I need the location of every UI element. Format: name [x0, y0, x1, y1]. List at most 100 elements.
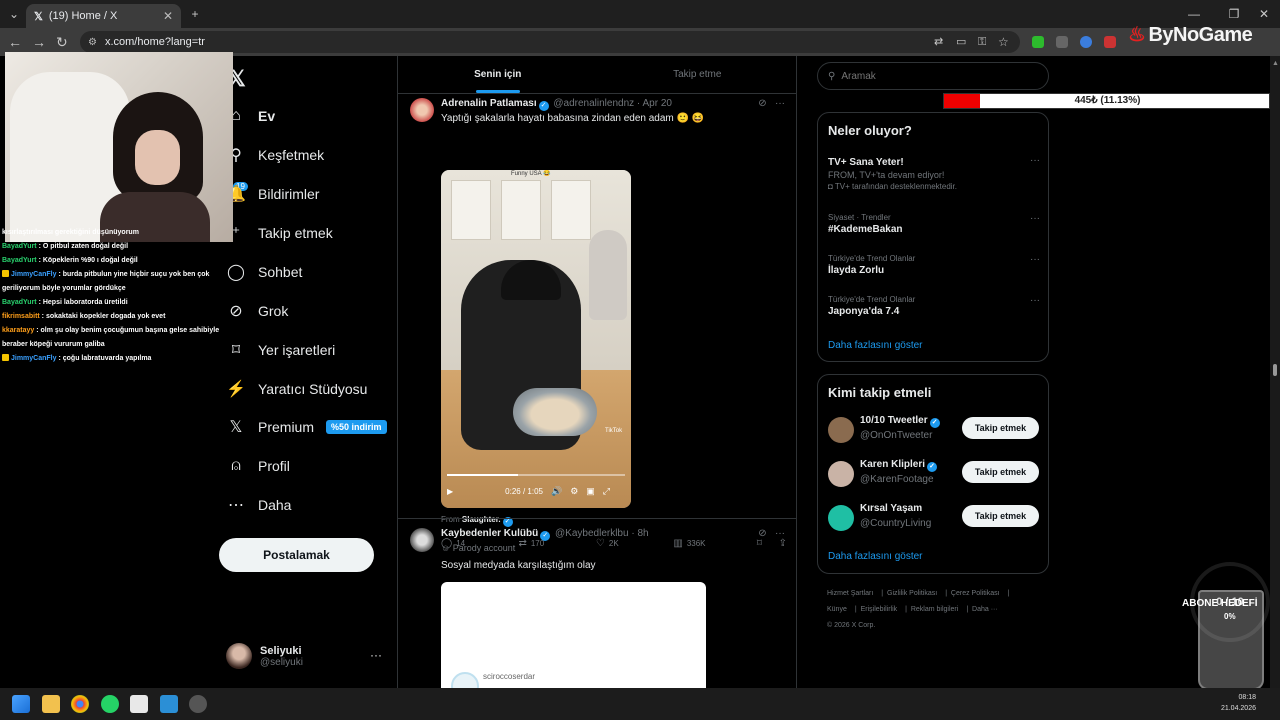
search-input[interactable] [841, 70, 1032, 82]
nav-more[interactable]: ⋯ Daha [226, 487, 291, 523]
footer-link[interactable]: Daha ··· [972, 606, 998, 613]
promoted-text: TV+ tarafından desteklenmektedir. [834, 182, 957, 191]
nav-creator-studio[interactable]: ⚡ Yaratıcı Stüdyosu [226, 371, 367, 407]
scroll-up-icon[interactable]: ▲ [1272, 60, 1279, 67]
nav-explore[interactable]: ⚲ Keşfetmek [226, 137, 324, 173]
follow-button[interactable]: Takip etmek [962, 461, 1039, 483]
nav-home[interactable]: ⌂ Ev [226, 98, 275, 134]
footer-link[interactable]: Hizmet Şartları [827, 590, 873, 597]
follow-button[interactable]: Takip etmek [962, 505, 1039, 527]
trend-item[interactable]: Türkiye'de Trend Olanlar İlayda Zorlu ··… [828, 254, 1040, 276]
bookmark-star-icon[interactable]: ☆ [998, 28, 1009, 56]
browser-tab[interactable]: 𝕏 (19) Home / X ✕ [26, 4, 181, 28]
cast-icon[interactable]: ▭ [956, 28, 966, 56]
more-icon[interactable]: ··· [370, 648, 382, 662]
start-icon[interactable] [12, 695, 30, 713]
pip-icon[interactable]: ▣ [586, 486, 595, 497]
bynogame-logo: ♨ ByNoGame [1128, 22, 1253, 47]
tab-for-you[interactable]: Senin için [398, 56, 598, 93]
tweet-time[interactable]: Apr 20 [643, 98, 672, 109]
account-switcher[interactable]: Seliyuki @seliyuki ··· [226, 638, 386, 674]
photos-icon[interactable] [160, 695, 178, 713]
tweet-author-name[interactable]: Kaybedenler Kulübü [441, 528, 538, 539]
site-info-icon[interactable]: ⚙ [88, 37, 97, 48]
follow-button[interactable]: Takip etmek [962, 417, 1039, 439]
file-explorer-icon[interactable] [42, 695, 60, 713]
trend-item[interactable]: Siyaset · Trendler #KademeBakan ··· [828, 213, 1040, 235]
grok-icon[interactable]: ⊘ [758, 98, 766, 109]
page-scrollbar[interactable]: ▲ [1270, 56, 1280, 688]
trend-item[interactable]: Türkiye'de Trend Olanlar Japonya'da 7.4 … [828, 295, 1040, 317]
embedded-media[interactable]: sciroccoserdar [441, 582, 706, 688]
chat-text: : sokaktaki kopekler dogada yok evet [39, 313, 166, 320]
app-icon[interactable] [130, 695, 148, 713]
avatar[interactable] [410, 528, 434, 552]
fullscreen-icon[interactable]: ⤢ [603, 486, 610, 497]
trends-show-more-link[interactable]: Daha fazlasını göster [828, 340, 923, 351]
nav-profile[interactable]: ⍝ Profil [226, 448, 290, 484]
tweet-author-handle[interactable]: @adrenalinlendnz [553, 98, 634, 109]
translate-icon[interactable]: ⇄ [934, 28, 943, 56]
more-icon[interactable]: ··· [1030, 295, 1040, 306]
tab-following[interactable]: Takip etme [598, 56, 797, 93]
nav-notifications[interactable]: 🔔 Bildirimler [226, 176, 319, 212]
who-to-follow-show-more-link[interactable]: Daha fazlasını göster [828, 551, 923, 562]
nav-bookmarks[interactable]: ⌑ Yer işaretleri [226, 332, 335, 368]
trend-title: #KademeBakan [828, 224, 903, 235]
nav-premium[interactable]: 𝕏 Premium %50 indirim [226, 409, 387, 445]
more-icon[interactable]: ··· [775, 528, 785, 539]
key-icon[interactable]: ⚿ [978, 28, 986, 56]
footer-link[interactable]: Çerez Politikası [951, 590, 1000, 597]
post-button[interactable]: Postalamak [219, 538, 374, 572]
new-tab-icon[interactable]: + [188, 0, 202, 28]
donation-goal-text: 445₺ (11.13%) [1074, 95, 1141, 106]
more-icon[interactable]: ··· [1030, 254, 1040, 265]
more-icon[interactable]: ··· [1030, 155, 1040, 166]
follow-suggestion[interactable]: Kırsal Yaşam @CountryLiving Takip etmek [828, 503, 1040, 537]
footer-link[interactable]: Reklam bilgileri [911, 606, 958, 613]
more-icon[interactable]: ··· [775, 98, 785, 109]
follow-suggestion[interactable]: 10/10 Tweetler ✓ @OnOnTweeter Takip etmek [828, 415, 1040, 449]
tab-search-icon[interactable]: ⌄ [6, 0, 22, 28]
footer-link[interactable]: Gizlilik Politikası [887, 590, 937, 597]
chrome-icon[interactable] [71, 695, 89, 713]
tweet-author-name[interactable]: Adrenalin Patlaması [441, 98, 537, 109]
extension-icon[interactable] [1080, 36, 1092, 48]
close-window-icon[interactable]: ✕ [1256, 0, 1272, 28]
badge-icon [2, 270, 9, 277]
tweet[interactable]: Kaybedenler Kulübü ✓ @Kaybedlerklbu · 8h … [398, 526, 796, 688]
grok-icon[interactable]: ⊘ [758, 528, 766, 539]
search-box[interactable]: ⚲ [817, 62, 1049, 90]
follow-suggestion[interactable]: Karen Klipleri ✓ @KarenFootage Takip etme… [828, 459, 1040, 493]
scrollbar-thumb[interactable] [1273, 364, 1277, 376]
extension-icon[interactable] [1104, 36, 1116, 48]
trend-item[interactable]: TV+ Sana Yeter! FROM, TV+'ta devam ediyo… [828, 155, 1040, 191]
whatsapp-icon[interactable] [101, 695, 119, 713]
play-icon[interactable]: ▶ [447, 487, 453, 496]
tweet[interactable]: Adrenalin Patlaması ✓ @adrenalinlendnz · … [398, 94, 796, 549]
video-progress-bar[interactable] [447, 474, 625, 476]
tweet-time[interactable]: 8h [637, 528, 648, 539]
taskbar-clock[interactable]: 08:18 21.04.2026 [1221, 692, 1256, 714]
x-premium-icon: 𝕏 [229, 419, 243, 436]
avatar[interactable] [828, 461, 854, 487]
nav-label: Takip etmek [258, 225, 333, 241]
app-icon[interactable] [189, 695, 207, 713]
volume-icon[interactable]: 🔊 [551, 486, 562, 497]
badge-icon [2, 354, 9, 361]
tweet-author-handle[interactable]: @Kaybedlerklbu [555, 528, 629, 539]
nav-follow[interactable]: ⁺ Takip etmek [226, 215, 333, 251]
more-icon[interactable]: ··· [1030, 213, 1040, 224]
avatar[interactable] [828, 417, 854, 443]
footer-link[interactable]: Künye [827, 606, 847, 613]
settings-icon[interactable]: ⚙ [570, 486, 578, 497]
footer-link[interactable]: Erişilebilirlik [861, 606, 898, 613]
extension-icon[interactable] [1056, 36, 1068, 48]
avatar[interactable] [410, 98, 434, 122]
tab-close-icon[interactable]: ✕ [163, 9, 173, 23]
extension-icon[interactable] [1032, 36, 1044, 48]
video-player[interactable]: Funny USA 😂 TikTok ▶ 0:26 / 1:05 🔊 ⚙ ▣ ⤢ [441, 170, 631, 508]
from-source-link[interactable]: Slaughter. [462, 515, 501, 524]
address-bar[interactable]: ⚙ x.com/home?lang=tr [80, 31, 1020, 53]
avatar[interactable] [828, 505, 854, 531]
